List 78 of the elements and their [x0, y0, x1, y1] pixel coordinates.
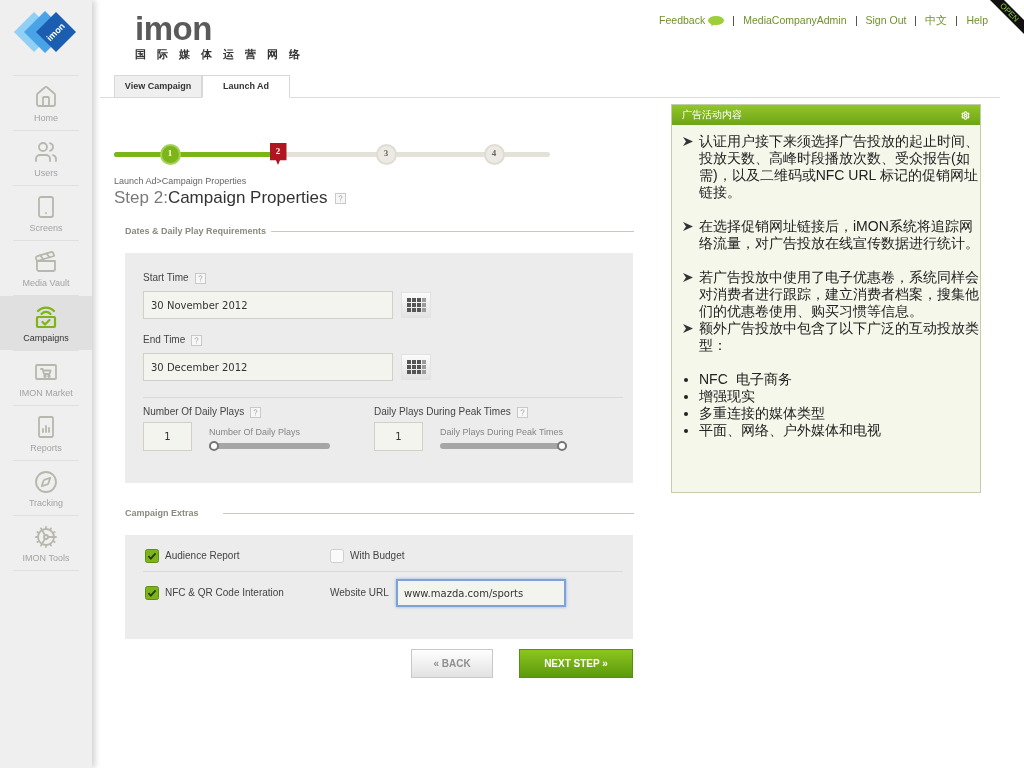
header-link[interactable]: Help — [966, 13, 988, 29]
arrowhead-icon — [683, 273, 693, 282]
url-field[interactable]: www.mazda.com/sports — [396, 579, 566, 607]
speech-bubble-icon — [708, 16, 725, 26]
slider-label: Daily Plays During Peak Times — [440, 427, 564, 438]
field-label: Daily Plays During Peak Times — [374, 406, 511, 418]
date-field[interactable]: 30 December 2012 — [143, 353, 393, 381]
info-text: 多重连接的媒体类型 — [699, 405, 826, 422]
field-label: Number Of Daily Plays — [143, 406, 245, 418]
bullet-icon — [684, 377, 688, 382]
field-label: Start Time — [143, 272, 189, 284]
sidebar-item[interactable]: Media Vault — [0, 241, 92, 295]
step-flag: 2 — [269, 143, 287, 165]
slider-track[interactable] — [209, 443, 330, 449]
header-link[interactable]: Feedback — [659, 13, 725, 29]
brand-logo: imon — [135, 13, 212, 45]
info-text: 若广告投放中使用了电子优惠卷，系统同样会对消费者进行跟踪，建立消费者档案，搜集他们的优惠卷使用、购买习惯等信息。 — [699, 269, 980, 320]
info-text: 平面、网络、户外媒体和电视 — [699, 422, 882, 439]
header-link[interactable]: 中文 — [925, 13, 948, 29]
checkbox[interactable] — [145, 586, 159, 600]
sidebar-item[interactable]: IMON Market — [0, 351, 92, 405]
bullet-icon — [684, 394, 688, 399]
info-text: 增强现实 — [699, 388, 756, 405]
section-heading: Dates & Daily Play Requirements — [125, 226, 267, 237]
sidebar-item[interactable]: IMON Tools — [0, 516, 92, 570]
back-button[interactable]: « BACK — [411, 649, 493, 678]
field-label: Website URL — [330, 587, 390, 599]
brand-tagline: 国 际 媒 体 运 营 网 络 — [135, 48, 305, 61]
sidebar-item[interactable]: Users — [0, 131, 92, 185]
checkbox[interactable] — [330, 549, 344, 563]
sidebar-item[interactable]: Screens — [0, 186, 92, 240]
next-step-button[interactable]: NEXT STEP » — [519, 649, 633, 678]
page-title: Step 2:Campaign Properties — [114, 188, 328, 208]
wifi-check-icon — [34, 305, 58, 329]
settings-icon[interactable] — [961, 110, 970, 120]
checkbox[interactable] — [145, 549, 159, 563]
date-field[interactable]: 30 November 2012 — [143, 291, 393, 319]
diamond-logo-icon — [14, 8, 78, 56]
slider-track[interactable] — [440, 443, 567, 449]
slider-thumb[interactable] — [209, 441, 219, 451]
number-field[interactable]: 1 — [143, 422, 192, 451]
checkbox-label: With Budget — [350, 550, 405, 562]
grid-icon — [406, 298, 426, 312]
info-text: 额外广告投放中包含了以下广泛的互动投放类型： — [699, 320, 980, 354]
bullet-icon — [684, 428, 688, 433]
info-text: NFC 电子商务 — [699, 371, 793, 388]
header-link[interactable]: Sign Out — [865, 13, 907, 29]
sidebar-item[interactable]: Reports — [0, 406, 92, 460]
compass-icon — [34, 470, 58, 494]
info-text: 认证用户接下来须选择广告投放的起止时间、投放天数、高峰时段播放次数、受众报告(如需)，以及二维码或NFC URL 标记的促销网址链接。 — [699, 133, 980, 201]
arrowhead-icon — [683, 137, 693, 146]
tab[interactable]: Launch Ad — [202, 75, 290, 98]
corner-ribbon — [990, 0, 1024, 34]
checkbox-label: Audience Report — [165, 550, 240, 562]
slider-label: Number Of Daily Plays — [209, 427, 301, 438]
grid-icon — [406, 360, 426, 374]
calendar-button[interactable] — [401, 354, 431, 380]
sidebar-item[interactable]: Campaigns — [0, 296, 92, 350]
house-icon — [34, 85, 58, 109]
checkbox-label: NFC & QR Code Interation — [165, 587, 284, 599]
users-icon — [34, 140, 58, 164]
sidebar-item[interactable]: Tracking — [0, 461, 92, 515]
bullet-icon — [684, 411, 688, 416]
section-heading: Campaign Extras — [125, 508, 199, 519]
slider-thumb[interactable] — [557, 441, 567, 451]
info-text: 在选择促销网址链接后，iMON系统将追踪网络流量，对广告投放在线宣传数据进行统计。 — [699, 218, 980, 252]
gear-icon — [34, 525, 58, 549]
tab[interactable]: View Campaign — [114, 75, 202, 98]
field-label: End Time — [143, 334, 186, 346]
breadcrumb: Launch Ad>Campaign Properties — [114, 176, 247, 187]
number-field[interactable]: 1 — [374, 422, 423, 451]
header-link[interactable]: MediaCompanyAdmin — [743, 13, 847, 29]
panel-title: 广告活动内容 — [682, 109, 742, 121]
clapperboard-icon — [34, 250, 58, 274]
sidebar-item[interactable]: Home — [0, 76, 92, 130]
arrowhead-icon — [683, 324, 693, 333]
calendar-button[interactable] — [401, 292, 431, 318]
arrowhead-icon — [683, 222, 693, 231]
